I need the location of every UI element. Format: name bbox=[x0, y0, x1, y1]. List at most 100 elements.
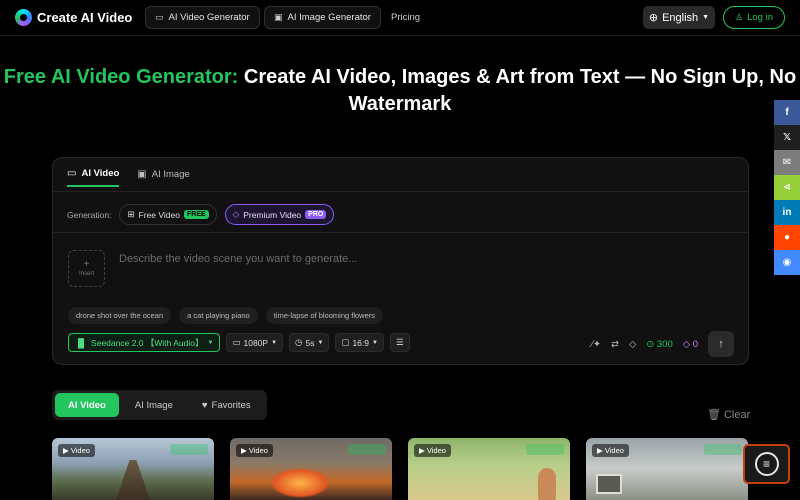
nav-ai-video-generator[interactable]: ▭ AI Video Generator bbox=[145, 6, 260, 29]
gallery-card[interactable]: ▶ Video bbox=[586, 438, 748, 500]
duration-selector[interactable]: ◷ 5s ▼ bbox=[289, 333, 330, 352]
settings-button[interactable]: ☰ bbox=[389, 333, 410, 352]
title-accent: Free AI Video Generator: bbox=[3, 66, 239, 88]
model-icon: ▐▌ bbox=[75, 337, 88, 348]
gallery-tab-favorites[interactable]: ♥ Favorites bbox=[189, 393, 264, 417]
gallery-tab-ai-image[interactable]: AI Image bbox=[122, 393, 186, 417]
page-title: Free AI Video Generator: Create AI Video… bbox=[0, 64, 800, 118]
video-icon: ▭ bbox=[67, 168, 77, 179]
gallery-card[interactable]: ▶ Video bbox=[408, 438, 570, 500]
gallery-card[interactable]: ▶ Video bbox=[230, 438, 392, 500]
chevron-down-icon: ▼ bbox=[371, 339, 378, 346]
share-x-button[interactable]: 𝕏 bbox=[774, 125, 800, 150]
gift-icon: ⊞ bbox=[127, 209, 135, 219]
badge-label: Video bbox=[248, 446, 268, 455]
gallery-tabs: AI Video AI Image ♥ Favorites bbox=[52, 390, 267, 420]
nav-item-label: AI Image Generator bbox=[287, 12, 371, 23]
nav-ai-image-generator[interactable]: ▣ AI Image Generator bbox=[264, 6, 381, 29]
messenger-icon: ◉ bbox=[782, 257, 792, 268]
resolution-selector[interactable]: ▭ 1080P ▼ bbox=[226, 333, 284, 352]
share-icon: ⋖ bbox=[782, 182, 792, 193]
share-email-button[interactable]: ✉ bbox=[774, 150, 800, 175]
facebook-icon: f bbox=[785, 107, 789, 118]
model-selector[interactable]: ▐▌ Seedance 2.0 【With Audio】 ▼ bbox=[68, 333, 221, 352]
free-video-option[interactable]: ⊞ Free Video FREE bbox=[119, 204, 217, 225]
badge-label: Video bbox=[70, 446, 90, 455]
prompt-suggestions: drone shot over the ocean a cat playing … bbox=[68, 307, 383, 324]
menu-icon: ≡ bbox=[754, 452, 779, 476]
card-thumbnail bbox=[270, 468, 330, 498]
shuffle-icon[interactable]: ⇄ bbox=[611, 339, 619, 350]
card-tag bbox=[704, 444, 742, 455]
user-icon: ♙ bbox=[735, 12, 744, 22]
resolution-label: 1080P bbox=[243, 337, 269, 348]
image-icon: ▣ bbox=[274, 12, 283, 22]
title-rest: Create AI Video, Images & Art from Text … bbox=[238, 66, 797, 115]
language-selector[interactable]: ⊕ English ▼ bbox=[643, 6, 715, 29]
option-label: Premium Video bbox=[243, 209, 302, 220]
share-messenger-button[interactable]: ◉ bbox=[774, 250, 800, 275]
sliders-icon: ☰ bbox=[395, 337, 404, 347]
reddit-icon: ● bbox=[783, 232, 791, 243]
nav-item-label: AI Video Generator bbox=[168, 12, 250, 23]
card-tag bbox=[170, 444, 208, 455]
card-thumbnail bbox=[538, 468, 556, 500]
floating-menu-button[interactable]: ≡ bbox=[743, 444, 790, 484]
share-facebook-button[interactable]: f bbox=[774, 100, 800, 125]
prompt-tools: ⁄✦ ⇄ ◇ ⊙ 300 ◇ 0 ↑ bbox=[591, 331, 734, 357]
tab-label: AI Video bbox=[68, 399, 106, 411]
tab-label: AI Image bbox=[151, 169, 190, 180]
credits-purple-value: 0 bbox=[692, 338, 698, 350]
suggestion-chip[interactable]: time-lapse of blooming flowers bbox=[265, 307, 383, 324]
chevron-down-icon: ▼ bbox=[207, 339, 214, 346]
share-share-button[interactable]: ⋖ bbox=[774, 175, 800, 200]
duration-label: 5s bbox=[305, 337, 315, 348]
nav-pricing[interactable]: Pricing bbox=[391, 12, 420, 23]
divider bbox=[53, 232, 748, 233]
tab-ai-video[interactable]: ▭ AI Video bbox=[67, 168, 120, 187]
generation-label: Generation: bbox=[67, 209, 112, 220]
card-tag bbox=[348, 444, 386, 455]
brand-logo[interactable]: Create AI Video bbox=[15, 9, 132, 26]
arrow-up-icon: ↑ bbox=[718, 338, 724, 350]
tab-label: Favorites bbox=[211, 399, 251, 411]
clear-button[interactable]: 🗑 Clear bbox=[707, 408, 751, 422]
aspect-label: 16:9 bbox=[352, 337, 369, 348]
login-button[interactable]: ♙ Log in bbox=[723, 6, 785, 29]
x-icon: 𝕏 bbox=[782, 132, 792, 143]
suggestion-chip[interactable]: a cat playing piano bbox=[179, 307, 258, 324]
clock-icon: ◷ bbox=[295, 337, 303, 347]
image-icon: ▣ bbox=[137, 169, 147, 180]
insert-media-button[interactable]: + Insert bbox=[68, 250, 105, 287]
video-badge: ▶ Video bbox=[58, 444, 95, 457]
video-badge: ▶ Video bbox=[414, 444, 451, 457]
trash-icon: 🗑 bbox=[707, 409, 721, 421]
gallery-tab-ai-video[interactable]: AI Video bbox=[55, 393, 119, 417]
share-linkedin-button[interactable]: in bbox=[774, 200, 800, 225]
tab-ai-image[interactable]: ▣ AI Image bbox=[137, 168, 189, 187]
generate-button[interactable]: ↑ bbox=[708, 331, 734, 357]
generator-tabs: ▭ AI Video ▣ AI Image bbox=[67, 168, 190, 187]
badge-label: Video bbox=[604, 446, 624, 455]
prompt-input[interactable] bbox=[119, 253, 679, 265]
badge-label: Video bbox=[426, 446, 446, 455]
tab-label: AI Video bbox=[81, 168, 120, 179]
clear-label: Clear bbox=[723, 408, 751, 421]
premium-video-option[interactable]: ◇ Premium Video PRO bbox=[224, 204, 335, 225]
option-label: Free Video bbox=[138, 209, 180, 220]
generation-options: Generation: ⊞ Free Video FREE ◇ Premium … bbox=[67, 204, 335, 225]
divider bbox=[53, 191, 748, 192]
diamond-icon: ◇ bbox=[232, 209, 240, 219]
gallery-card[interactable]: ▶ Video bbox=[52, 438, 214, 500]
eraser-icon[interactable]: ◇ bbox=[629, 339, 636, 350]
tab-label: AI Image bbox=[134, 399, 173, 411]
magic-wand-icon[interactable]: ⁄✦ bbox=[591, 339, 601, 350]
email-icon: ✉ bbox=[782, 157, 792, 168]
aspect-ratio-selector[interactable]: ▢ 16:9 ▼ bbox=[335, 333, 384, 352]
globe-icon: ⊕ bbox=[648, 12, 659, 24]
heart-icon: ♥ bbox=[201, 399, 208, 411]
linkedin-icon: in bbox=[782, 207, 792, 218]
share-reddit-button[interactable]: ● bbox=[774, 225, 800, 250]
suggestion-chip[interactable]: drone shot over the ocean bbox=[68, 307, 172, 324]
plus-icon: + bbox=[83, 258, 90, 270]
